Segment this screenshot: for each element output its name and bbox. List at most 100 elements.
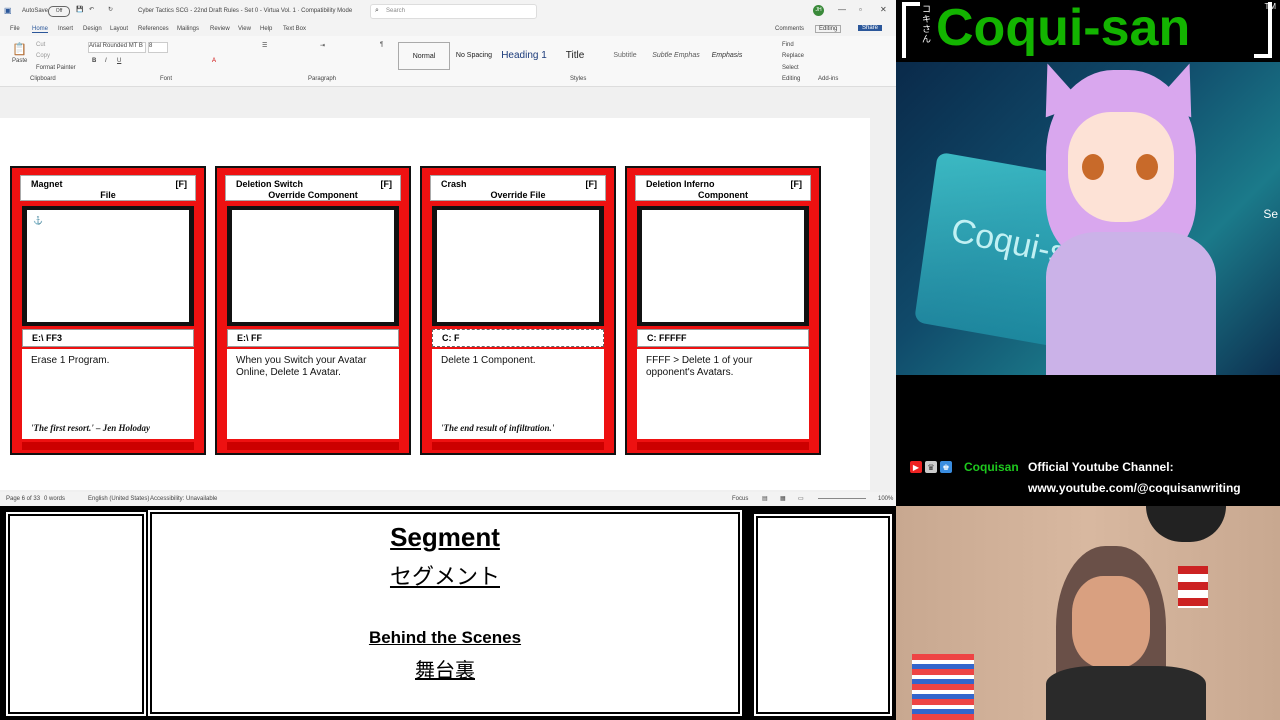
focus-button[interactable]: Focus bbox=[732, 496, 748, 502]
indent-icon[interactable]: ⇥ bbox=[320, 42, 325, 49]
style-emphasis[interactable]: Emphasis bbox=[704, 42, 750, 68]
card-art-frame: ⚓ bbox=[22, 206, 194, 326]
zoom-level[interactable]: 100% bbox=[878, 496, 893, 502]
style-heading1[interactable]: Heading 1 bbox=[500, 42, 548, 68]
read-mode-icon[interactable]: ▤ bbox=[762, 495, 768, 502]
tab-review[interactable]: Review bbox=[210, 26, 230, 32]
segment-panel: Segment セグメント Behind the Scenes 舞台裏 bbox=[150, 512, 740, 714]
status-language[interactable]: English (United States) bbox=[88, 496, 149, 502]
search-box[interactable]: ⌕ Search bbox=[370, 4, 537, 19]
bookshelf bbox=[912, 654, 974, 720]
font-color-button[interactable]: A bbox=[212, 58, 216, 64]
flag bbox=[1178, 566, 1208, 608]
tab-file[interactable]: File bbox=[10, 26, 20, 32]
style-normal[interactable]: Normal bbox=[398, 42, 450, 70]
card-crash[interactable]: Crash [F] Override File C: F Delete 1 Co… bbox=[420, 166, 616, 455]
tab-layout[interactable]: Layout bbox=[110, 26, 128, 32]
style-subtitle[interactable]: Subtitle bbox=[602, 42, 648, 68]
card-effect: FFFF > Delete 1 of your opponent's Avata… bbox=[646, 355, 753, 378]
card-type: Override File bbox=[490, 190, 546, 200]
card-art-frame bbox=[432, 206, 604, 326]
channel-title: Official Youtube Channel: bbox=[1028, 460, 1174, 474]
find-button[interactable]: Find bbox=[782, 42, 794, 48]
card-footer bbox=[227, 442, 399, 450]
style-no-spacing[interactable]: No Spacing bbox=[450, 42, 498, 68]
ribbon-tabs: File Home Insert Design Layout Reference… bbox=[0, 22, 896, 36]
format-painter-button[interactable]: Format Painter bbox=[36, 65, 76, 71]
maximize-icon[interactable]: ▫ bbox=[859, 5, 862, 14]
autosave-label: AutoSave bbox=[22, 8, 49, 14]
mascot-body bbox=[1046, 232, 1216, 375]
card-text-box: FFFF > Delete 1 of your opponent's Avata… bbox=[637, 349, 809, 439]
card-name-bar: Deletion Switch [F] Override Component bbox=[225, 175, 401, 201]
tab-help[interactable]: Help bbox=[260, 26, 272, 32]
card-name-bar: Deletion Inferno [F] Component bbox=[635, 175, 811, 201]
cut-button[interactable]: Cut bbox=[36, 42, 45, 48]
card-cost: E:\ FF bbox=[237, 333, 262, 343]
bullets-icon[interactable]: ☰ bbox=[262, 42, 267, 49]
channel-info-panel: ▶ ♛ ♚ Coquisan Official Youtube Channel:… bbox=[896, 375, 1280, 506]
redo-icon[interactable]: ↻ bbox=[108, 6, 113, 13]
tab-mailings[interactable]: Mailings bbox=[177, 26, 199, 32]
tab-insert[interactable]: Insert bbox=[58, 26, 73, 32]
undo-icon[interactable]: ↶ bbox=[89, 6, 94, 13]
font-name-select[interactable]: Arial Rounded MT B bbox=[88, 42, 146, 53]
card-cost: C: F bbox=[442, 333, 460, 343]
card-effect: Delete 1 Component. bbox=[441, 355, 536, 366]
close-icon[interactable]: ✕ bbox=[880, 5, 887, 14]
tab-view[interactable]: View bbox=[238, 26, 251, 32]
card-cost-bar[interactable]: C: F bbox=[432, 329, 604, 347]
select-button[interactable]: Select bbox=[782, 65, 799, 71]
avatar[interactable]: JH bbox=[813, 5, 824, 16]
print-layout-icon[interactable]: ▦ bbox=[780, 495, 786, 502]
card-deletion-switch[interactable]: Deletion Switch [F] Override Component E… bbox=[215, 166, 411, 455]
word-icon: ▣ bbox=[4, 6, 12, 15]
card-footer bbox=[637, 442, 809, 450]
mascot-artwork: Coqui-san Se bbox=[896, 62, 1280, 375]
right-frame bbox=[756, 516, 890, 714]
left-frame bbox=[8, 514, 144, 714]
paste-label[interactable]: Paste bbox=[12, 58, 27, 64]
card-art-frame bbox=[227, 206, 399, 326]
italic-button[interactable]: I bbox=[105, 58, 107, 64]
web-layout-icon[interactable]: ▭ bbox=[798, 495, 804, 502]
bold-button[interactable]: B bbox=[92, 58, 96, 64]
autosave-toggle[interactable]: Off bbox=[48, 6, 70, 17]
tab-home[interactable]: Home bbox=[32, 26, 49, 33]
status-words[interactable]: 0 words bbox=[44, 496, 65, 502]
card-flavor: 'The first resort.' – Jen Holoday bbox=[31, 423, 150, 433]
ceiling-lamp bbox=[1146, 506, 1226, 542]
card-deletion-inferno[interactable]: Deletion Inferno [F] Component C: FFFFF … bbox=[625, 166, 821, 455]
style-title[interactable]: Title bbox=[550, 42, 600, 68]
mascot-eye-right bbox=[1136, 154, 1158, 180]
tab-design[interactable]: Design bbox=[83, 26, 102, 32]
paste-icon[interactable]: 📋 bbox=[12, 42, 27, 56]
tab-text-box[interactable]: Text Box bbox=[283, 26, 306, 32]
style-subtle-emphasis[interactable]: Subtle Emphas bbox=[650, 42, 702, 68]
underline-button[interactable]: U bbox=[117, 58, 121, 64]
minimize-icon[interactable]: — bbox=[838, 5, 846, 14]
save-icon[interactable]: 💾 bbox=[76, 6, 83, 13]
social-icons: ▶ ♛ ♚ bbox=[910, 461, 952, 473]
copy-button[interactable]: Copy bbox=[36, 53, 50, 59]
font-size-select[interactable]: 8 bbox=[148, 42, 168, 53]
replace-button[interactable]: Replace bbox=[782, 53, 804, 59]
zoom-slider[interactable] bbox=[818, 498, 866, 499]
paragraph-mark-icon[interactable]: ¶ bbox=[380, 42, 383, 48]
tab-references[interactable]: References bbox=[138, 26, 169, 32]
card-tag: [F] bbox=[790, 179, 803, 189]
card-footer bbox=[22, 442, 194, 450]
logo-text: Coqui-san bbox=[936, 0, 1191, 57]
card-magnet[interactable]: Magnet [F] File ⚓ E:\ FF3 Erase 1 Progra… bbox=[10, 166, 206, 455]
comments-button[interactable]: Comments bbox=[775, 26, 804, 32]
crown-icon: ♚ bbox=[940, 461, 952, 473]
group-editing: Editing bbox=[782, 76, 801, 82]
segment-subtitle-jp: 舞台裏 bbox=[415, 658, 475, 682]
share-button[interactable]: Share bbox=[858, 25, 883, 31]
editing-button[interactable]: Editing bbox=[815, 25, 842, 33]
segment-title: Segment bbox=[390, 522, 500, 552]
card-tag: [F] bbox=[585, 179, 598, 189]
status-accessibility[interactable]: Accessibility: Unavailable bbox=[150, 496, 217, 502]
status-page[interactable]: Page 6 of 33 bbox=[6, 496, 40, 502]
streamer-face bbox=[1072, 576, 1150, 668]
